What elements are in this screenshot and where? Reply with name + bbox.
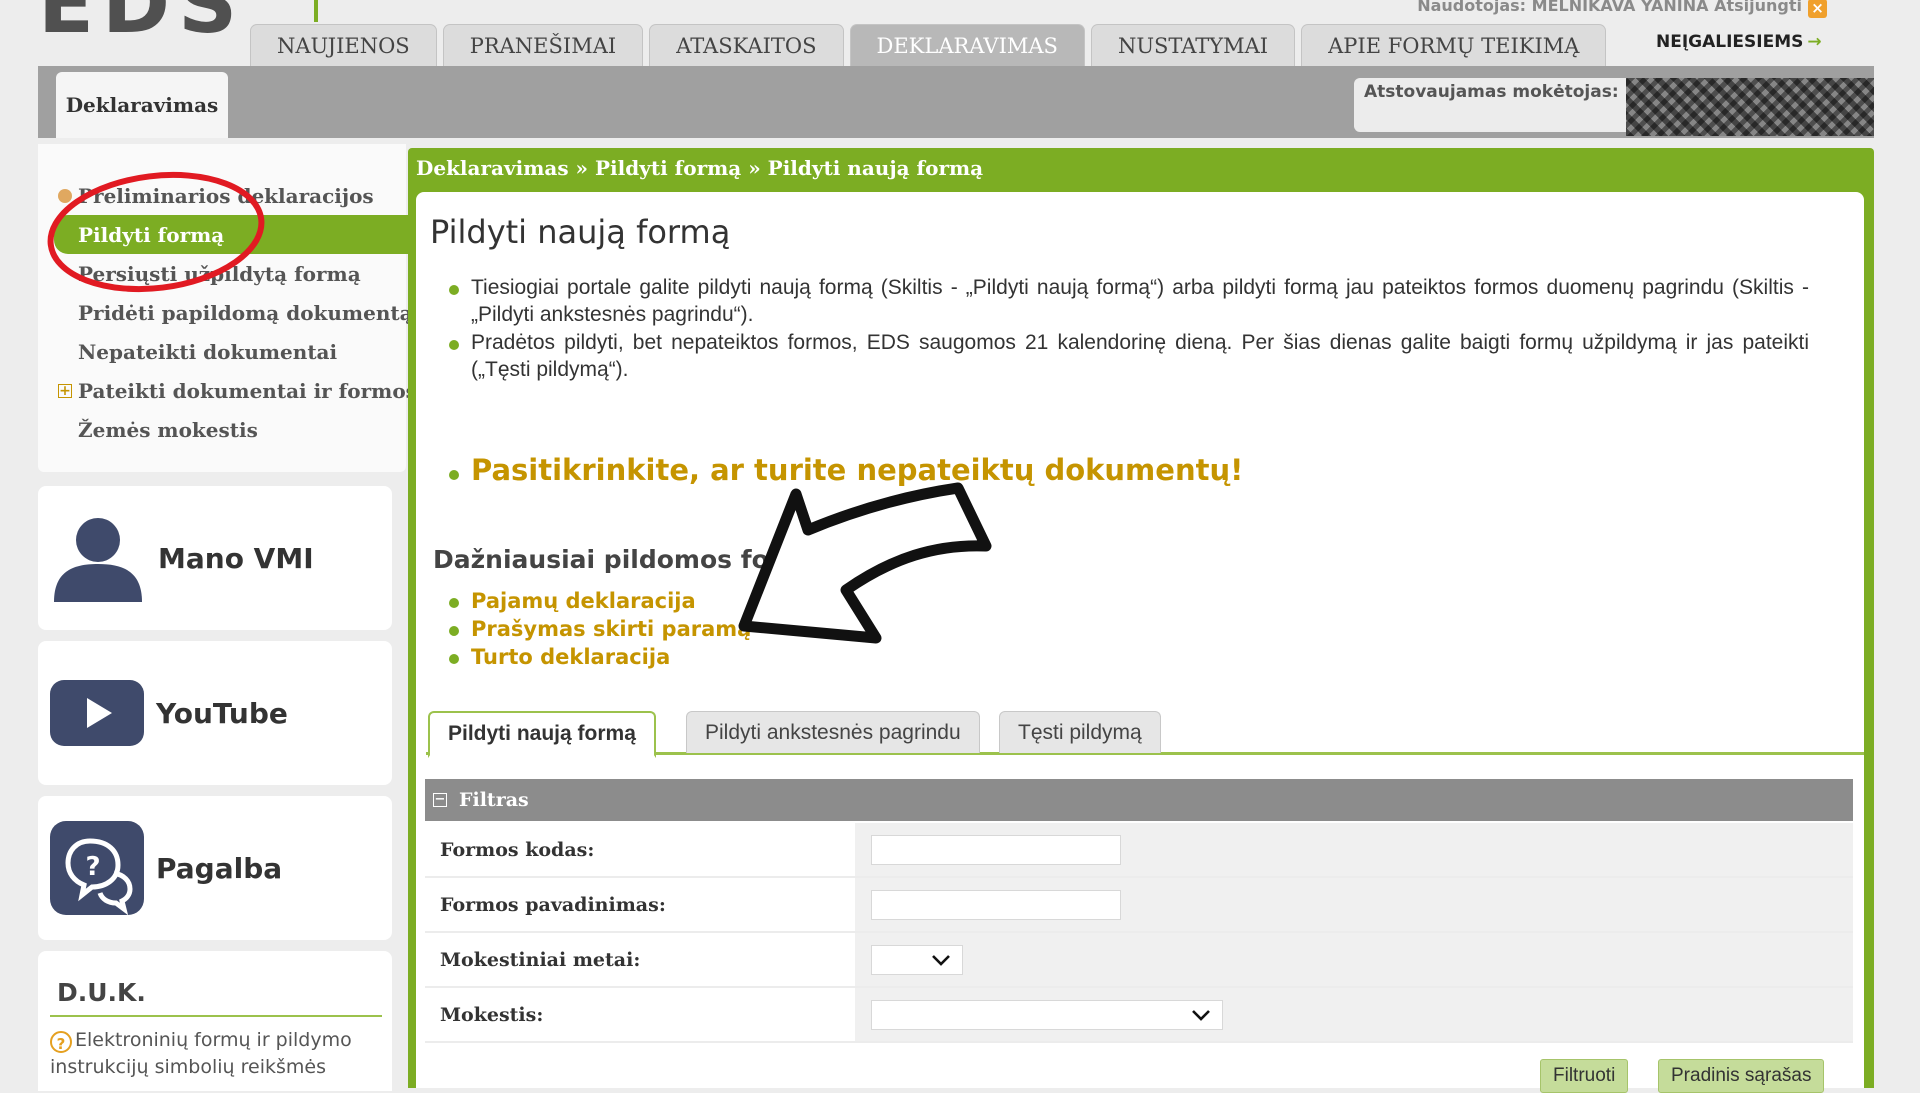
- breadcrumb: Deklaravimas » Pildyti formą » Pildyti n…: [416, 156, 984, 180]
- logout-icon[interactable]: ×: [1808, 0, 1827, 18]
- user-icon: [54, 518, 142, 602]
- info-item: Tiesiogiai portale galite pildyti naują …: [449, 274, 1809, 328]
- form-name-label: Formos pavadinimas:: [425, 878, 853, 931]
- sidebar-item-nepateikti[interactable]: Nepateikti dokumentai: [38, 332, 406, 371]
- chevron-down-icon: [932, 955, 950, 966]
- payer-value-redacted: [1626, 78, 1874, 136]
- expand-plus-icon[interactable]: +: [58, 383, 72, 398]
- arrow-right-icon: →: [1807, 32, 1822, 52]
- filter-row-tax-year: Mokestiniai metai:: [425, 933, 1853, 988]
- annotation-arrow: [738, 482, 992, 644]
- tax-year-label: Mokestiniai metai:: [425, 933, 853, 986]
- help-chat-icon: ?: [50, 821, 144, 915]
- annotation-circle: [47, 171, 265, 293]
- card-label: Mano VMI: [158, 541, 314, 575]
- question-icon: ?: [50, 1031, 72, 1053]
- logo-divider: [314, 0, 318, 22]
- tax-cell: [855, 988, 1853, 1041]
- filter-row-form-code: Formos kodas:: [425, 823, 1853, 878]
- filter-title: Filtras: [459, 789, 529, 811]
- sidebar-item-zemes-mokestis[interactable]: Žemės mokestis: [38, 410, 406, 449]
- faq-divider: [50, 1015, 382, 1017]
- accessibility-link-label: NEĮGALIESIEMS: [1656, 32, 1804, 52]
- form-name-input[interactable]: [871, 890, 1121, 920]
- card-youtube[interactable]: YouTube: [38, 641, 392, 785]
- faq-link-label: Elektroninių formų ir pildymo instrukcij…: [50, 1029, 352, 1078]
- subtab-deklaravimas[interactable]: Deklaravimas: [56, 72, 228, 138]
- filter-row-tax: Mokestis:: [425, 988, 1853, 1043]
- nav-tab-ataskaitos[interactable]: ATASKAITOS: [649, 24, 844, 67]
- card-mano-vmi[interactable]: Mano VMI: [38, 486, 392, 630]
- nav-tab-pranesimai[interactable]: PRANEŠIMAI: [442, 24, 644, 67]
- nav-tab-apie-formu-teikima[interactable]: APIE FORMŲ TEIKIMĄ: [1301, 24, 1607, 67]
- eds-logo: EDS: [38, 0, 246, 52]
- main-nav: NAUJIENOS PRANEŠIMAI ATASKAITOS DEKLARAV…: [250, 24, 1607, 67]
- faq-link-symbols[interactable]: ? Elektroninių formų ir pildymo instrukci…: [50, 1027, 382, 1081]
- tax-year-select[interactable]: [871, 945, 963, 975]
- frequent-link-prasymas-parama[interactable]: Prašymas skirti paramą: [449, 617, 751, 641]
- card-label: YouTube: [156, 696, 288, 730]
- page-title: Pildyti naują formą: [430, 213, 731, 251]
- nav-tab-naujienos[interactable]: NAUJIENOS: [250, 24, 437, 67]
- payer-label: Atstovaujamas mokėtojas:: [1364, 82, 1619, 102]
- nav-tab-deklaravimas[interactable]: DEKLARAVIMAS: [849, 24, 1085, 67]
- card-label: Pagalba: [156, 851, 283, 885]
- chevron-down-icon: [1192, 1010, 1210, 1021]
- youtube-play-icon: [50, 680, 144, 746]
- filter-header: [425, 779, 1853, 821]
- filter-toggle[interactable]: − Filtras: [433, 779, 529, 821]
- form-name-cell: [855, 878, 1853, 931]
- form-code-cell: [855, 823, 1853, 876]
- collapse-minus-icon: −: [433, 792, 447, 807]
- tab-pildyti-nauja-forma[interactable]: Pildyti naują formą: [428, 711, 656, 758]
- sidebar-item-pateikti-dokumentai[interactable]: + Pateikti dokumentai ir formos: [38, 371, 417, 410]
- sidebar-item-label: Žemės mokestis: [78, 417, 258, 442]
- tax-select[interactable]: [871, 1000, 1223, 1030]
- card-pagalba[interactable]: ? Pagalba: [38, 796, 392, 940]
- info-item: Pradėtos pildyti, bet nepateiktos formos…: [449, 329, 1809, 383]
- frequent-link-pajamu-deklaracija[interactable]: Pajamų deklaracija: [449, 589, 696, 613]
- tax-year-cell: [855, 933, 1853, 986]
- faq-title: D.U.K.: [57, 978, 146, 1007]
- tax-label: Mokestis:: [425, 988, 853, 1041]
- sidebar-item-label: Pateikti dokumentai ir formos: [78, 378, 417, 403]
- filter-button[interactable]: Filtruoti: [1540, 1059, 1629, 1093]
- frequent-link-turto-deklaracija[interactable]: Turto deklaracija: [449, 645, 670, 669]
- accessibility-link[interactable]: NEĮGALIESIEMS →: [1656, 32, 1822, 52]
- filter-row-form-name: Formos pavadinimas:: [425, 878, 1853, 933]
- reset-list-button[interactable]: Pradinis sąrašas: [1658, 1059, 1825, 1093]
- nav-tab-nustatymai[interactable]: NUSTATYMAI: [1090, 24, 1296, 67]
- user-logout-text[interactable]: Naudotojas: MELNIKAVA YANINA Atsijungti: [1417, 0, 1802, 15]
- form-code-label: Formos kodas:: [425, 823, 853, 876]
- tab-testi-pildyma[interactable]: Tęsti pildymą: [999, 711, 1161, 753]
- form-code-input[interactable]: [871, 835, 1121, 865]
- sidebar-item-label: Nepateikti dokumentai: [78, 339, 338, 364]
- user-info: Naudotojas: MELNIKAVA YANINA Atsijungti ×: [1417, 0, 1827, 18]
- tab-pildyti-ankstesnes-pagrindu[interactable]: Pildyti ankstesnės pagrindu: [686, 711, 980, 753]
- svg-text:?: ?: [85, 852, 100, 882]
